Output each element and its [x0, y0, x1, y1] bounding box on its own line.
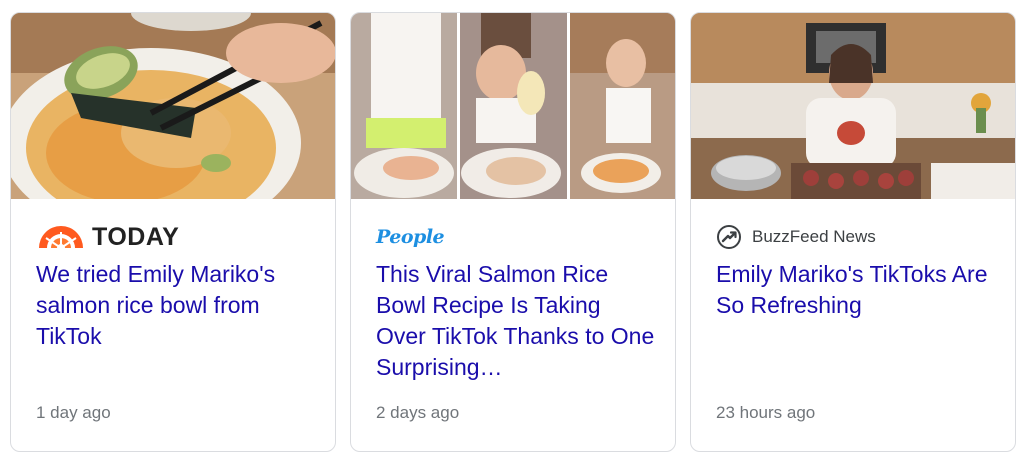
headline-link[interactable]: This Viral Salmon Rice Bowl Recipe Is Ta… — [376, 259, 656, 383]
source-name: BuzzFeed News — [752, 227, 876, 246]
today-logo: TODAY — [36, 223, 179, 252]
news-card-people[interactable]: People This Viral Salmon Rice Bowl Recip… — [350, 12, 676, 452]
source-people: People — [376, 223, 445, 251]
source-name: TODAY — [92, 222, 180, 251]
news-card-buzzfeed[interactable]: BuzzFeed News Emily Mariko's TikToks Are… — [690, 12, 1016, 452]
headline-link[interactable]: Emily Mariko's TikToks Are So Refreshing — [716, 259, 996, 321]
source-buzzfeed: BuzzFeed News — [716, 223, 876, 251]
trending-icon — [717, 225, 741, 249]
people-logo: People — [376, 226, 445, 248]
timestamp: 1 day ago — [36, 403, 111, 422]
thumbnail-kitchen[interactable] — [691, 13, 1015, 199]
news-carousel: TODAY We tried Emily Mariko's salmon ric… — [0, 0, 1024, 457]
source-today: TODAY — [36, 223, 179, 251]
news-card-today[interactable]: TODAY We tried Emily Mariko's salmon ric… — [10, 12, 336, 452]
thumbnail-collage[interactable] — [351, 13, 675, 199]
rainbow-icon — [39, 226, 83, 248]
timestamp: 23 hours ago — [716, 403, 816, 422]
timestamp: 2 days ago — [376, 403, 460, 422]
headline-link[interactable]: We tried Emily Mariko's salmon rice bowl… — [36, 259, 316, 352]
thumbnail-salmon-rice-bowl[interactable] — [11, 13, 335, 199]
